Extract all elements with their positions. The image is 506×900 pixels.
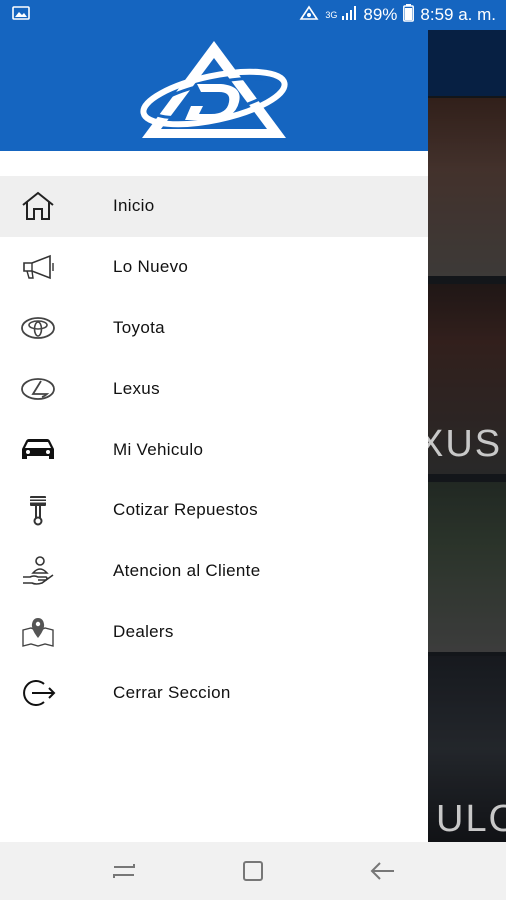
- menu-item-label: Inicio: [113, 196, 155, 216]
- logout-icon: [0, 678, 113, 708]
- battery-percent: 89%: [363, 5, 398, 24]
- network-type: 3G: [325, 9, 338, 20]
- menu-item-label: Atencion al Cliente: [113, 561, 261, 581]
- menu-item-cotizar-repuestos[interactable]: Cotizar Repuestos: [0, 480, 428, 541]
- menu-item-label: Cotizar Repuestos: [113, 500, 258, 520]
- menu-item-label: Toyota: [113, 317, 165, 337]
- home-button[interactable]: [233, 851, 273, 891]
- status-bar: 3G 89% 8:59 a. m.: [0, 0, 506, 30]
- menu-item-toyota[interactable]: Toyota: [0, 298, 428, 359]
- home-icon: [0, 191, 113, 221]
- menu-item-label: Dealers: [113, 621, 174, 641]
- menu-item-label: Cerrar Seccion: [113, 682, 231, 702]
- recent-apps-icon: [113, 864, 136, 878]
- customer-service-icon: [0, 555, 113, 587]
- background-card-title: ULO: [436, 798, 506, 840]
- megaphone-icon: [0, 253, 113, 281]
- home-square-icon: [242, 861, 263, 881]
- system-navigation-bar: [0, 842, 506, 900]
- menu-item-atencion-al-cliente[interactable]: Atencion al Cliente: [0, 541, 428, 602]
- drawer-header: [0, 30, 428, 151]
- drawer-menu: Inicio Lo Nuevo Toyota Lexus Mi Vehiculo: [0, 151, 428, 723]
- background-app: XUS ULO: [428, 30, 506, 842]
- recent-apps-button[interactable]: [104, 851, 144, 891]
- clock: 8:59 a. m.: [420, 5, 496, 24]
- map-pin-icon: [0, 616, 113, 648]
- menu-item-inicio[interactable]: Inicio: [0, 176, 428, 237]
- menu-item-label: Lexus: [113, 378, 160, 398]
- menu-item-label: Mi Vehiculo: [113, 439, 204, 459]
- back-arrow-icon: [370, 862, 394, 880]
- menu-item-mi-vehiculo[interactable]: Mi Vehiculo: [0, 419, 428, 480]
- battery-icon: [403, 3, 415, 27]
- back-button[interactable]: [362, 851, 402, 891]
- menu-item-lexus[interactable]: Lexus: [0, 358, 428, 419]
- menu-item-dealers[interactable]: Dealers: [0, 602, 428, 663]
- menu-item-lo-nuevo[interactable]: Lo Nuevo: [0, 237, 428, 298]
- signal-icon: [341, 5, 357, 26]
- menu-item-cerrar-seccion[interactable]: Cerrar Seccion: [0, 662, 428, 723]
- lexus-logo-icon: [0, 377, 113, 401]
- navigation-drawer: Inicio Lo Nuevo Toyota Lexus Mi Vehiculo: [0, 30, 428, 842]
- piston-icon: [0, 494, 113, 526]
- background-card-title: XUS: [428, 423, 503, 465]
- car-icon: [0, 437, 113, 463]
- toyota-logo-icon: [0, 316, 113, 340]
- gallery-notification-icon: [12, 5, 30, 26]
- menu-item-label: Lo Nuevo: [113, 257, 189, 277]
- delta-logo: [139, 36, 289, 145]
- data-saver-icon: [299, 5, 319, 26]
